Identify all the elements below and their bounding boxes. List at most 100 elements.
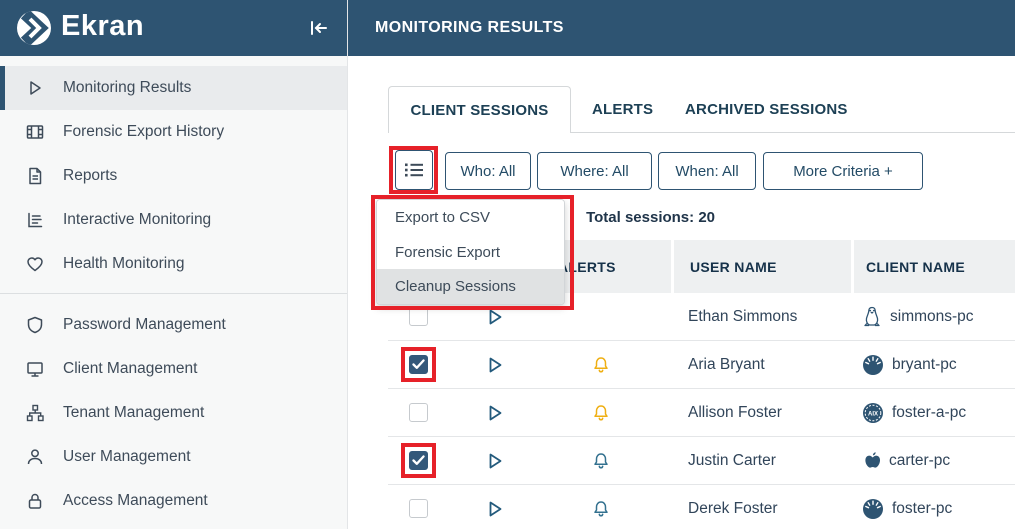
sidebar-collapse-icon[interactable]: [309, 19, 329, 37]
menu-item-export-to-csv[interactable]: Export to CSV: [377, 200, 564, 235]
filter-when-button[interactable]: When: All: [658, 152, 756, 190]
sidebar-divider: [0, 293, 347, 294]
list-menu-icon: [405, 163, 423, 177]
user-icon: [24, 447, 46, 467]
filter-where-button[interactable]: Where: All: [537, 152, 652, 190]
tab-label: CLIENT SESSIONS: [410, 102, 548, 119]
play-icon: [485, 499, 505, 519]
sidebar-item-interactive-monitoring[interactable]: Interactive Monitoring: [0, 198, 347, 242]
client-name-cell: AIX foster-pc: [862, 485, 952, 529]
sidebar-item-user-management[interactable]: User Management: [0, 435, 347, 479]
client-name-cell: AIX foster-a-pc: [862, 389, 966, 437]
sidebar-item-client-management[interactable]: Client Management: [0, 347, 347, 391]
annotation-box-checkbox: [409, 355, 428, 374]
sidebar-item-label: Forensic Export History: [63, 123, 224, 141]
row-checkbox[interactable]: [409, 307, 428, 326]
client-name-cell: AIX simmons-pc: [862, 293, 974, 341]
topbar: MONITORING RESULTS: [348, 0, 1015, 56]
filter-more-criteria-button[interactable]: More Criteria +: [763, 152, 923, 190]
tab-client-sessions[interactable]: CLIENT SESSIONS: [388, 86, 571, 133]
ekran-logo-icon: [16, 10, 52, 46]
row-checkbox[interactable]: [409, 499, 428, 518]
play-session-button[interactable]: [485, 403, 505, 428]
sidebar-item-tenant-management[interactable]: Tenant Management: [0, 391, 347, 435]
windows-os-icon: [862, 498, 884, 520]
row-checkbox-wrap: [409, 499, 428, 518]
alert-bell-icon[interactable]: [592, 356, 610, 379]
table-row: Justin Carter AIX carter-pc: [388, 437, 1015, 485]
sidebar-item-label: Interactive Monitoring: [63, 211, 211, 229]
user-name-cell: Ethan Simmons: [688, 293, 797, 341]
apple-os-icon: [862, 450, 881, 472]
table-row: Derek Foster AIX foster-pc: [388, 485, 1015, 529]
alert-bell-icon[interactable]: [592, 500, 610, 523]
filter-who-button[interactable]: Who: All: [445, 152, 531, 190]
alert-bell-icon[interactable]: [592, 452, 610, 475]
sidebar-item-password-management[interactable]: Password Management: [0, 303, 347, 347]
annotation-box-checkbox: [409, 451, 428, 470]
lock-icon: [24, 491, 46, 511]
session-actions-dropdown: Export to CSV Forensic Export Cleanup Se…: [376, 199, 565, 305]
menu-item-forensic-export[interactable]: Forensic Export: [377, 235, 564, 270]
sidebar: Ekran Monitoring Results Forensic Export…: [0, 0, 348, 529]
sidebar-item-reports[interactable]: Reports: [0, 154, 347, 198]
client-name-label: foster-a-pc: [892, 404, 966, 422]
play-session-button[interactable]: [485, 451, 505, 476]
sidebar-item-access-management[interactable]: Access Management: [0, 479, 347, 523]
play-icon: [485, 451, 505, 471]
sidebar-item-monitoring-results[interactable]: Monitoring Results: [0, 66, 347, 110]
monitor-icon: [24, 359, 46, 379]
user-name-cell: Allison Foster: [688, 389, 782, 437]
tab-archived-sessions[interactable]: ARCHIVED SESSIONS: [685, 86, 848, 132]
brand-name: Ekran: [61, 12, 144, 45]
user-name-cell: Derek Foster: [688, 485, 778, 529]
svg-text:AIX: AIX: [868, 411, 878, 417]
sidebar-group-monitoring: Monitoring Results Forensic Export Histo…: [0, 66, 347, 286]
sidebar-group-management: Password Management Client Management Te…: [0, 303, 347, 523]
tab-alerts[interactable]: ALERTS: [592, 86, 653, 132]
row-checkbox-wrap: [409, 307, 428, 326]
column-header-client-name: CLIENT NAME: [866, 259, 965, 275]
client-name-cell: AIX bryant-pc: [862, 341, 957, 389]
table-row: Aria Bryant AIX bryant-pc: [388, 341, 1015, 389]
sidebar-item-label: Access Management: [63, 492, 208, 510]
sidebar-item-label: Health Monitoring: [63, 255, 184, 273]
play-session-button[interactable]: [485, 355, 505, 380]
table-header-user-name: USER NAME: [674, 240, 851, 293]
row-checkbox[interactable]: [409, 451, 428, 470]
alert-bell-icon[interactable]: [592, 404, 610, 427]
client-name-label: simmons-pc: [890, 308, 974, 326]
column-header-user-name: USER NAME: [690, 259, 777, 275]
film-icon: [24, 122, 46, 142]
page-title: MONITORING RESULTS: [348, 19, 564, 37]
brand-logo: Ekran: [16, 10, 144, 46]
play-icon: [24, 78, 46, 98]
chart-icon: [24, 210, 46, 230]
content-area: CLIENT SESSIONS ALERTS ARCHIVED SESSIONS…: [348, 56, 1015, 529]
play-icon: [485, 403, 505, 423]
sidebar-item-label: User Management: [63, 448, 191, 466]
client-name-label: carter-pc: [889, 452, 950, 470]
menu-item-cleanup-sessions[interactable]: Cleanup Sessions: [377, 269, 564, 304]
sidebar-header: Ekran: [0, 0, 347, 56]
tab-label: ALERTS: [592, 101, 653, 118]
sidebar-item-health-monitoring[interactable]: Health Monitoring: [0, 242, 347, 286]
app-window: Ekran Monitoring Results Forensic Export…: [0, 0, 1015, 529]
row-checkbox[interactable]: [409, 355, 428, 374]
windows-os-icon: [862, 354, 884, 376]
sidebar-item-label: Client Management: [63, 360, 197, 378]
sidebar-item-forensic-export-history[interactable]: Forensic Export History: [0, 110, 347, 154]
user-name-cell: Justin Carter: [688, 437, 776, 485]
heart-icon: [24, 254, 46, 274]
shield-icon: [24, 315, 46, 335]
session-actions-menu-button[interactable]: [395, 150, 433, 190]
tab-label: ARCHIVED SESSIONS: [685, 101, 848, 118]
report-icon: [24, 166, 46, 186]
client-name-label: bryant-pc: [892, 356, 957, 374]
row-checkbox[interactable]: [409, 403, 428, 422]
play-session-button[interactable]: [485, 307, 505, 332]
check-icon: [412, 455, 425, 466]
play-session-button[interactable]: [485, 499, 505, 524]
table-header-client-name: CLIENT NAME: [854, 240, 1015, 293]
check-icon: [412, 359, 425, 370]
